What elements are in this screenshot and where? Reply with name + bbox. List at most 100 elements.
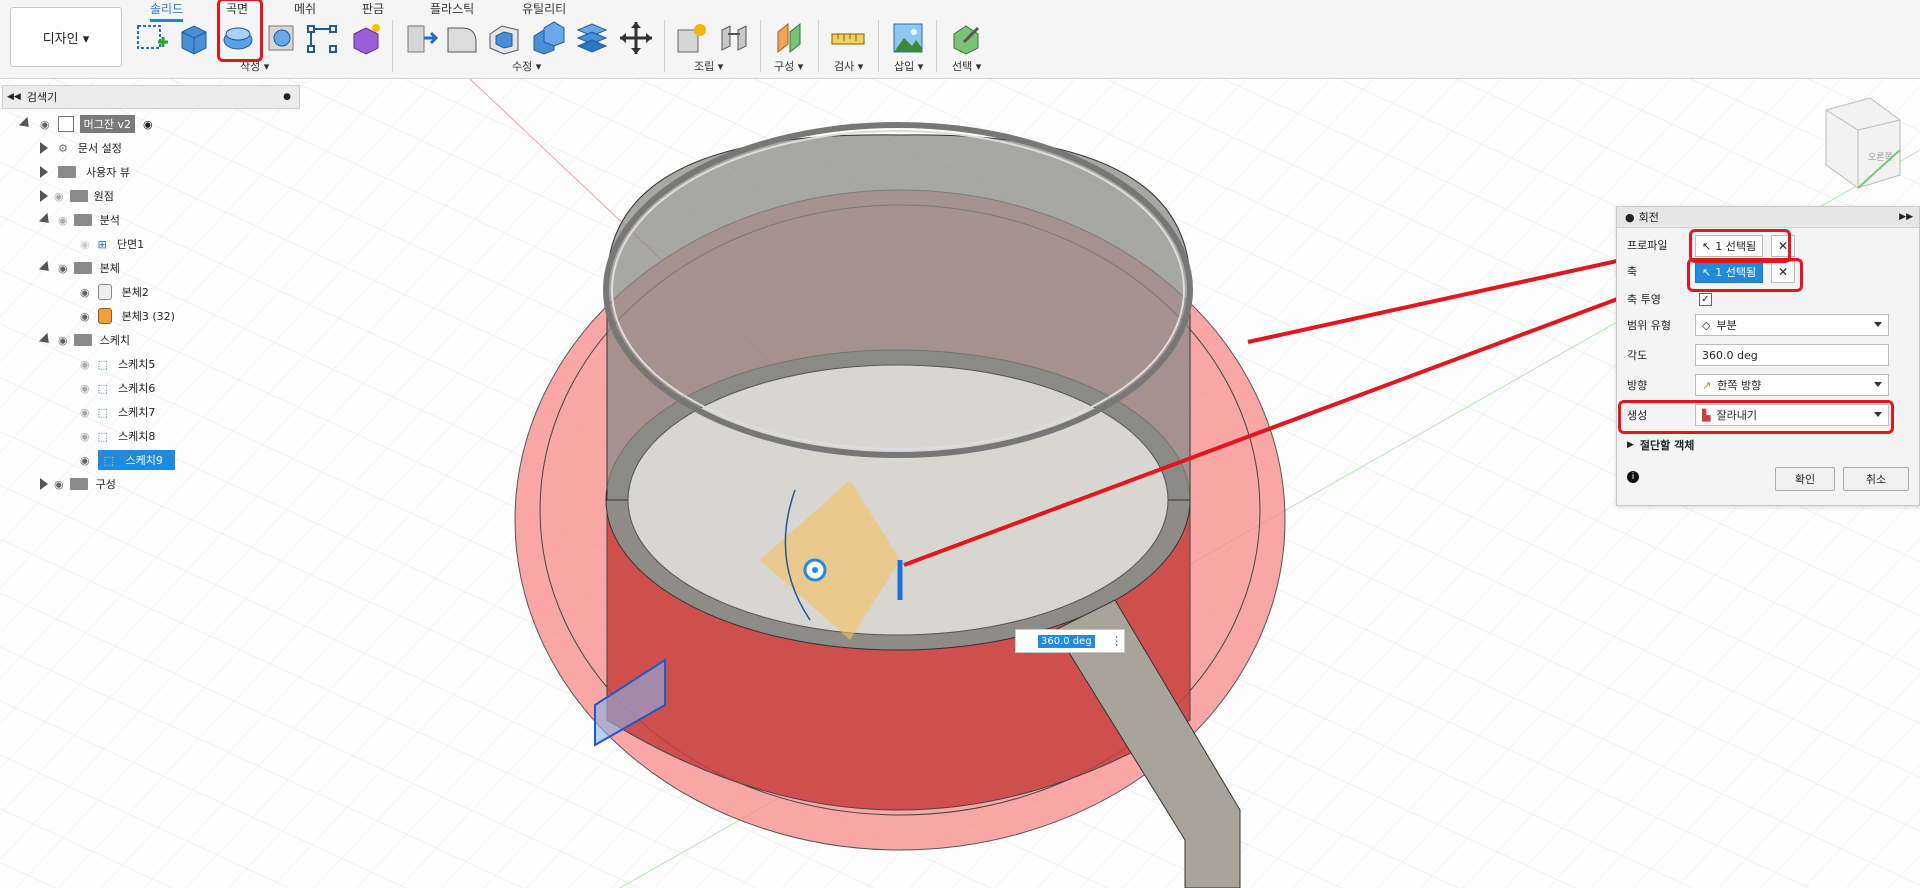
modify-group-label[interactable]: 수정 ▾ [512,58,541,74]
eye-hidden-icon[interactable]: ◉ [58,214,68,227]
expand-panel-icon[interactable]: ▶▶ [1899,212,1913,222]
expand-arrow-icon[interactable]: ▶ [1627,440,1634,450]
tab-plastic[interactable]: 플라스틱 [430,0,474,17]
toolbar-separator [878,20,879,72]
toolbar-separator [392,20,393,72]
expand-arrow-icon[interactable] [40,478,48,490]
tree-item-bodies[interactable]: ◉ 본체 [38,257,120,279]
inspect-group-label[interactable]: 검사 ▾ [834,58,863,74]
expand-arrow-icon[interactable] [40,166,48,178]
hole-icon[interactable] [264,20,300,56]
tab-sheet-metal[interactable]: 판금 [362,0,384,17]
new-component-icon[interactable] [674,20,710,56]
expand-arrow-icon[interactable] [40,142,48,154]
folder-icon [73,214,92,226]
angle-input[interactable]: 360.0 deg [1695,344,1889,366]
eye-icon[interactable]: ◉ [40,118,50,131]
assemble-group-label[interactable]: 조립 ▾ [694,58,723,74]
info-icon[interactable]: i [1627,471,1639,483]
offset-plane-icon[interactable] [772,20,808,56]
eye-hidden-icon[interactable]: ◉ [80,382,90,395]
workspace-dropdown[interactable]: 디자인 ▾ [10,7,122,67]
direction-dropdown[interactable]: ↗ 한쪽 방향 [1695,374,1889,396]
eye-icon[interactable]: ◉ [80,286,90,299]
extrude-icon[interactable] [176,20,212,56]
measure-icon[interactable] [830,20,866,56]
profile-selection[interactable]: ↖ 1 선택됨 [1695,235,1764,257]
fillet-icon[interactable] [444,20,480,56]
clear-profile-button[interactable]: ✕ [1771,235,1795,257]
eye-hidden-icon[interactable]: ◉ [54,190,64,203]
tree-item-body2[interactable]: ◉ 본체2 [80,281,149,303]
eye-hidden-icon[interactable]: ◉ [80,238,90,251]
create-group-label[interactable]: 작성 ▾ [240,58,269,74]
revolve-dialog: ● 회전 ▶▶ 프로파일 ↖ 1 선택됨 ✕ 축 ↖ 1 선택됨 ✕ 축 투영 … [1616,206,1920,506]
insert-group-label[interactable]: 삽입 ▾ [894,58,923,74]
ok-button[interactable]: 확인 [1775,467,1835,491]
tree-item-body3[interactable]: ◉ 본체3 (32) [80,305,175,327]
expand-arrow-icon[interactable] [18,116,34,132]
eye-icon[interactable]: ◉ [54,478,64,491]
create-sketch-icon[interactable] [134,20,170,56]
combine-icon[interactable] [530,20,566,56]
tab-surface[interactable]: 곡면 [226,0,248,17]
project-axis-checkbox[interactable]: ✓ [1699,293,1712,306]
angle-manipulator-input[interactable]: 360.0 deg ⋮ [1015,629,1125,653]
tree-item-construction[interactable]: ◉ 구성 [40,473,116,495]
revolve-dialog-header[interactable]: ● 회전 ▶▶ [1617,207,1919,228]
eye-hidden-icon[interactable]: ◉ [80,406,90,419]
select-group-label[interactable]: 선택 ▾ [952,58,981,74]
section-analysis-icon: ⊞ [97,237,107,251]
tree-item-document-settings[interactable]: ⚙ 문서 설정 [40,137,122,159]
eye-hidden-icon[interactable]: ◉ [80,430,90,443]
tree-root[interactable]: ◉ 머그잔 v2 ◉ [18,113,153,135]
clear-axis-button[interactable]: ✕ [1771,261,1795,283]
tree-item-sketch9[interactable]: ◉ ⬚ 스케치9 [80,449,175,471]
move-icon[interactable] [618,20,654,56]
tree-item-sketch5[interactable]: ◉ ⬚ 스케치5 [80,353,155,375]
tree-item-label: 단면1 [116,238,145,251]
form-icon[interactable] [348,20,384,56]
expand-arrow-icon[interactable] [40,190,48,202]
operation-dropdown[interactable]: ▙ 잘라내기 [1695,404,1889,426]
tree-item-sketch6[interactable]: ◉ ⬚ 스케치6 [80,377,155,399]
objects-to-cut-section[interactable]: ▶ 절단할 객체 [1627,433,1694,457]
expand-arrow-icon[interactable] [38,260,54,276]
eye-hidden-icon[interactable]: ◉ [80,358,90,371]
activate-radio-icon[interactable]: ◉ [143,118,153,131]
tab-solid[interactable]: 솔리드 [150,0,184,22]
eye-icon[interactable]: ◉ [58,262,68,275]
angle-manipulator-value[interactable]: 360.0 deg [1038,634,1095,648]
root-label[interactable]: 머그잔 v2 [79,115,135,133]
select-icon[interactable] [948,20,984,56]
extent-type-dropdown[interactable]: ◇ 부분 [1695,314,1889,336]
revolve-icon[interactable] [220,20,256,56]
tree-item-section1[interactable]: ◉ ⊞ 단면1 [80,233,144,255]
tree-item-sketches[interactable]: ◉ 스케치 [38,329,130,351]
minimize-icon[interactable]: ● [1625,211,1635,224]
cancel-button[interactable]: 취소 [1843,467,1909,491]
minimize-icon[interactable]: ● [283,92,291,102]
tree-item-sketch7[interactable]: ◉ ⬚ 스케치7 [80,401,155,423]
tree-item-origin[interactable]: ◉ 원점 [40,185,114,207]
tree-item-sketch8[interactable]: ◉ ⬚ 스케치8 [80,425,155,447]
collapse-icon[interactable]: ◀◀ [7,92,21,102]
eye-icon[interactable]: ◉ [58,334,68,347]
expand-arrow-icon[interactable] [38,212,54,228]
pattern-icon[interactable] [304,20,340,56]
eye-icon[interactable]: ◉ [80,310,90,323]
expand-arrow-icon[interactable] [38,332,54,348]
insert-image-icon[interactable] [890,20,926,56]
construct-group-label[interactable]: 구성 ▾ [774,58,803,74]
press-pull-icon[interactable] [402,20,438,56]
tree-item-analysis[interactable]: ◉ 분석 [38,209,120,231]
split-body-icon[interactable] [574,20,610,56]
joint-icon[interactable] [716,20,752,56]
axis-selection[interactable]: ↖ 1 선택됨 [1695,261,1764,283]
more-options-icon[interactable]: ⋮ [1111,634,1123,648]
eye-icon[interactable]: ◉ [80,454,90,467]
shell-icon[interactable] [486,20,522,56]
tree-item-named-views[interactable]: 사용자 뷰 [40,161,130,183]
tab-utilities[interactable]: 유틸리티 [522,0,566,17]
tab-mesh[interactable]: 메쉬 [294,0,316,17]
